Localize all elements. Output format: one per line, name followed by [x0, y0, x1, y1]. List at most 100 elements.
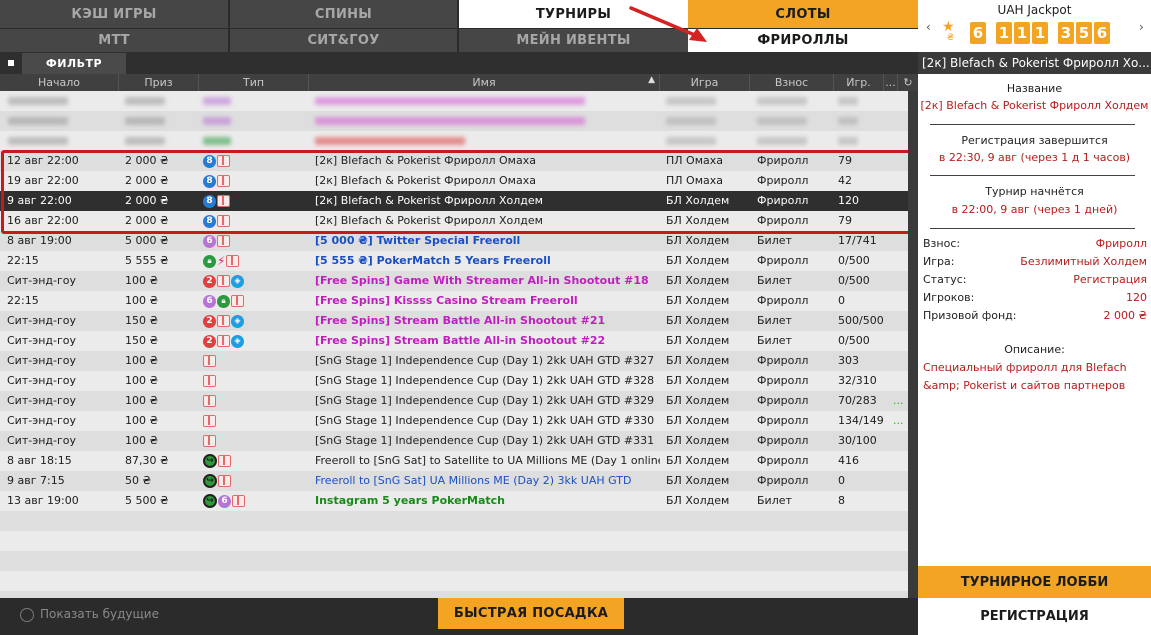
table-row[interactable]: Сит-энд-гоу 100 ₴ 2 ◈ [Free Spins] Game With… [0, 271, 908, 291]
jackpot-next-arrow[interactable]: › [1139, 20, 1144, 34]
cell-start: 16 авг 22:00 [7, 214, 79, 227]
cell-game: БЛ Холдем [666, 434, 730, 447]
table-row[interactable]: 9 авг 7:15 50 ₴ ↪ Freeroll to [SnG Sat] UA … [0, 471, 908, 491]
table-row[interactable]: Сит-энд-гоу 100 ₴ [SnG Stage 1] Independen… [0, 411, 908, 431]
table-row[interactable]: 16 авг 22:00 2 000 ₴ 8 [2к] Blefach & Poker… [0, 211, 908, 231]
divider [930, 175, 1135, 176]
game-label: Игра: [923, 255, 955, 268]
tab-mtt[interactable]: МТТ [0, 29, 229, 52]
cell-fee: Билет [757, 334, 792, 347]
cell-players: 42 [838, 174, 852, 187]
collapse-toggle[interactable] [8, 60, 14, 66]
table-row[interactable]: Сит-энд-гоу 100 ₴ [SnG Stage 1] Independen… [0, 371, 908, 391]
cell-name: [Free Spins] Kissss Casino Stream Freero… [315, 294, 578, 307]
description-label: Описание: [1004, 343, 1065, 356]
table-row[interactable]: Сит-энд-гоу 150 ₴ 2 ◈ [Free Spins] Stream Ba… [0, 331, 908, 351]
table-row-blurred[interactable] [0, 91, 908, 111]
cell-fee: Фриролл [757, 394, 809, 407]
table-row[interactable]: 22:15 100 ₴ 6 🔒︎ [Free Spins] Kissss Casino … [0, 291, 908, 311]
col-more[interactable]: ... [884, 74, 898, 91]
cell-prize: 5 000 ₴ [125, 234, 169, 247]
filter-button[interactable]: ФИЛЬТР [22, 53, 126, 74]
table-row[interactable]: 9 авг 22:00 2 000 ₴ 8 [2к] Blefach & Pokeri… [0, 191, 908, 211]
col-prize[interactable]: Приз [119, 74, 199, 91]
details-name-label: Название [1006, 82, 1063, 95]
bolt-icon: ⚡︎ [217, 254, 226, 268]
table-row-blurred[interactable] [0, 111, 908, 131]
table-scrollbar[interactable] [908, 91, 918, 598]
cell-game: БЛ Холдем [666, 494, 730, 507]
col-fee[interactable]: Взнос [750, 74, 834, 91]
cell-fee: Фриролл [757, 154, 809, 167]
entries-badge-icon: 6 [218, 494, 231, 508]
free-spins-icon: ◈ [231, 314, 244, 328]
col-start[interactable]: Начало [0, 74, 119, 91]
tab-tournaments[interactable]: ТУРНИРЫ [459, 0, 688, 28]
quick-seat-button[interactable]: БЫСТРАЯ ПОСАДКА [438, 598, 624, 629]
cell-more [893, 271, 908, 291]
details-reg-label: Регистрация завершится [961, 134, 1108, 147]
blurred-text [315, 137, 465, 145]
cell-prize: 100 ₴ [125, 394, 159, 407]
table-row[interactable]: Сит-энд-гоу 100 ₴ [SnG Stage 1] Independen… [0, 431, 908, 451]
tab-cash-games[interactable]: КЭШ ИГРЫ [0, 0, 229, 28]
show-future-radio[interactable] [20, 608, 34, 622]
cell-type: ↪ [203, 471, 308, 491]
cell-name: [SnG Stage 1] Independence Cup (Day 1) 2… [315, 394, 655, 407]
register-button[interactable]: РЕГИСТРАЦИЯ [918, 598, 1151, 635]
jackpot-digit: 1 [1014, 22, 1030, 44]
cell-type: 2 ◈ [203, 311, 308, 331]
cell-prize: 100 ₴ [125, 414, 159, 427]
col-type[interactable]: Тип [199, 74, 309, 91]
cell-players: 0/500 [838, 254, 870, 267]
cell-fee: Билет [757, 234, 792, 247]
table-row[interactable]: Сит-энд-гоу 150 ₴ 2 ◈ [Free Spins] Stream Ba… [0, 311, 908, 331]
empty-row [0, 551, 908, 571]
cell-type: 🔒︎ ⚡︎ [203, 251, 308, 271]
cell-name: [2к] Blefach & Pokerist Фриролл Холдем [315, 194, 543, 207]
jackpot-title: UAH Jackpot [997, 3, 1072, 17]
col-name[interactable]: Имя ▲ [309, 74, 660, 91]
jackpot-prev-arrow[interactable]: ‹ [926, 20, 931, 34]
table-row[interactable]: 8 авг 19:00 5 000 ₴ 6 [5 000 ₴] Twitter Spe… [0, 231, 908, 251]
tab-spins[interactable]: СПИНЫ [230, 0, 458, 28]
refresh-icon[interactable]: ↻ [898, 74, 918, 91]
table-row[interactable]: 22:15 5 555 ₴ 🔒︎ ⚡︎ [5 555 ₴] PokerMatch 5 Y… [0, 251, 908, 271]
jackpot-digit: 1 [1032, 22, 1048, 44]
cell-players: 70/283 [838, 394, 877, 407]
details-start-value: в 22:00, 9 авг (через 1 дней) [951, 203, 1118, 216]
cell-game: БЛ Холдем [666, 474, 730, 487]
tab-sit-and-go[interactable]: СИТ&ГОУ [230, 29, 458, 52]
table-row[interactable]: 13 авг 19:00 5 500 ₴ ↪ 6 Instagram 5 years P… [0, 491, 908, 511]
table-row[interactable]: Сит-энд-гоу 100 ₴ [SnG Stage 1] Independen… [0, 391, 908, 411]
game-value: Безлимитный Холдем [1020, 255, 1147, 268]
tab-main-events[interactable]: МЕЙН ИВЕНТЫ [459, 29, 688, 52]
cell-type: 8 [203, 171, 308, 191]
show-future-label[interactable]: Показать будущие [40, 607, 159, 621]
col-players[interactable]: Игр. [834, 74, 884, 91]
cell-name: Freeroll to [SnG Sat] UA Millions ME (Da… [315, 474, 632, 487]
cell-more [893, 311, 908, 331]
cell-name: [Free Spins] Stream Battle All-in Shooto… [315, 334, 606, 347]
jackpot-digit: 1 [996, 22, 1012, 44]
cell-more [893, 351, 908, 371]
entries-badge-icon: 2 [203, 334, 216, 348]
table-row[interactable]: Сит-энд-гоу 100 ₴ [SnG Stage 1] Independen… [0, 351, 908, 371]
cell-name: Instagram 5 years PokerMatch [315, 494, 506, 507]
tab-slots[interactable]: СЛОТЫ [688, 0, 918, 28]
cell-game: БЛ Холдем [666, 234, 730, 247]
table-row[interactable]: 8 авг 18:15 87,30 ₴ ↪ Freeroll to [SnG Sat]… [0, 451, 908, 471]
gift-icon [217, 235, 230, 247]
cell-start: 9 авг 7:15 [7, 474, 65, 487]
cell-name: [5 555 ₴] PokerMatch 5 Years Freeroll [315, 254, 551, 267]
empty-row [0, 591, 908, 598]
table-row[interactable]: 12 авг 22:00 2 000 ₴ 8 [2к] Blefach & Poker… [0, 151, 908, 171]
cell-type [203, 431, 308, 451]
tab-freerolls[interactable]: ФРИРОЛЛЫ [688, 29, 918, 52]
table-row[interactable]: 19 авг 22:00 2 000 ₴ 8 [2к] Blefach & Poker… [0, 171, 908, 191]
tournament-lobby-button[interactable]: ТУРНИРНОЕ ЛОББИ [918, 566, 1151, 598]
col-game[interactable]: Игра [660, 74, 750, 91]
table-row-blurred[interactable] [0, 131, 908, 151]
cell-name: [Free Spins] Stream Battle All-in Shooto… [315, 314, 606, 327]
cell-fee: Фриролл [757, 254, 809, 267]
